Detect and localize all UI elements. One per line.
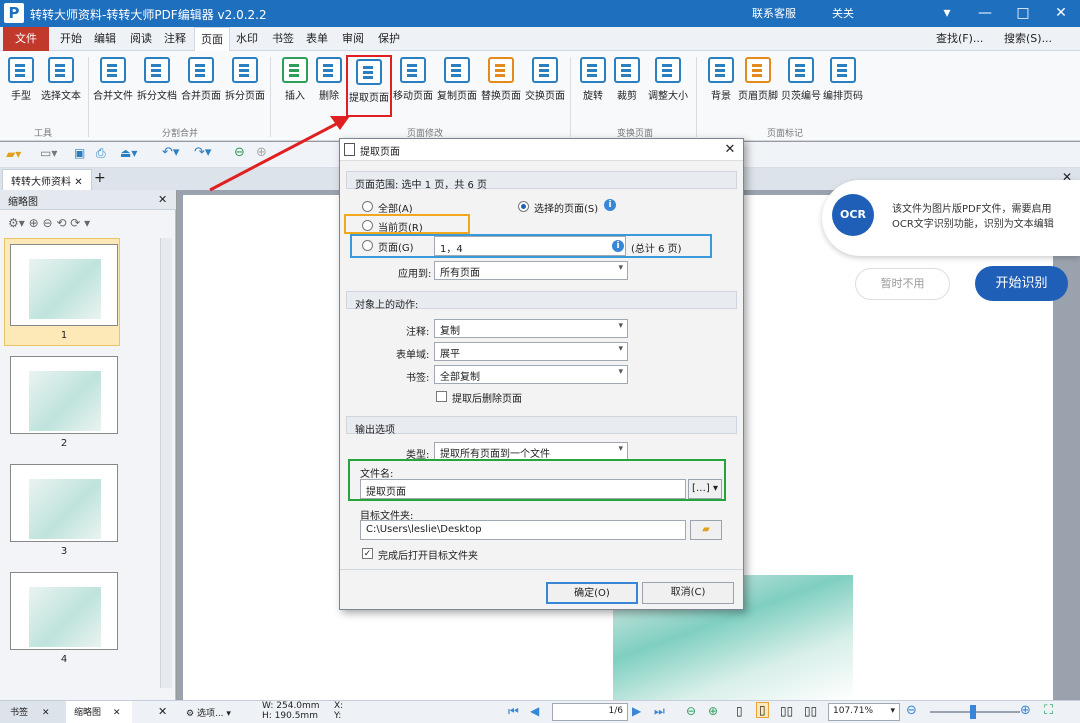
page-size-readout: W: 254.0mm H: 190.5mm [262, 701, 320, 721]
status-bar: 书签 ✕ 缩略图 ✕ ✕ ⚙ 选项... ▾ W: 254.0mm H: 190.5m… [0, 700, 1080, 723]
close-sidebar-icon[interactable]: ✕ [158, 705, 167, 718]
filename-input[interactable]: 提取页面 [360, 479, 686, 499]
chevron-down-icon: ▾ [618, 444, 623, 454]
radio-page-range-label: 页面(G) [378, 243, 414, 254]
close-tab-icon[interactable]: ✕ [42, 708, 50, 718]
range-header: 页面范围: 选中 1 页，共 6 页 [346, 171, 737, 191]
bookmark-select[interactable]: 全部复制 ▾ [434, 365, 628, 384]
ok-button[interactable]: 确定(O) [546, 582, 638, 604]
chevron-down-icon: ▾ [618, 344, 623, 354]
filename-macro-button[interactable]: […] ▾ [688, 479, 722, 499]
chevron-down-icon: ▾ [890, 706, 895, 716]
next-page-icon[interactable]: ▶ [632, 704, 641, 718]
form-select[interactable]: 展平 ▾ [434, 342, 628, 361]
bookmark-label: 书签: [406, 373, 430, 384]
actions-header: 对象上的动作: [346, 291, 737, 311]
single-page-icon[interactable]: ▯ [736, 704, 743, 718]
extract-pages-dialog: 提取页面 ✕ 页面范围: 选中 1 页，共 6 页 全部(A) 选择的页面(S)… [339, 138, 744, 610]
total-pages-label: (总计 6 页) [631, 244, 682, 255]
fit-page-icon[interactable]: ⛶ [1044, 703, 1053, 718]
delete-after-label: 提取后删除页面 [452, 394, 522, 405]
cursor-coordinates: X: Y: [334, 701, 344, 721]
cancel-button[interactable]: 取消(C) [642, 582, 734, 604]
chevron-down-icon: ▾ [618, 367, 623, 377]
gear-icon: ⚙ [186, 709, 195, 719]
output-header: 输出选项 [346, 416, 737, 436]
radio-selected-pages[interactable] [518, 201, 529, 212]
previous-page-icon[interactable]: ◀ [530, 704, 539, 718]
footer-divider [340, 569, 743, 570]
last-page-icon[interactable]: ⏭ [654, 704, 665, 719]
open-folder-checkbox[interactable]: ✓ [362, 548, 373, 559]
radio-current-page[interactable] [362, 220, 373, 231]
forward-view-icon[interactable]: ⊕ [708, 704, 718, 718]
radio-all-label: 全部(A) [378, 204, 413, 215]
bookmark-tab[interactable]: 书签 ✕ [0, 701, 66, 723]
annot-label: 注释: [406, 327, 430, 338]
two-page-continuous-icon[interactable]: ▯▯ [804, 704, 817, 718]
page-input[interactable]: 1/6 [552, 703, 628, 721]
dialog-title: 提取页面 [340, 139, 743, 161]
dialog-close-button[interactable]: ✕ [721, 141, 739, 159]
dialog-icon [344, 143, 355, 156]
continuous-page-icon[interactable]: ▯ [756, 702, 769, 718]
chevron-down-icon: ▾ [618, 263, 623, 273]
radio-page-range[interactable] [362, 240, 373, 251]
folder-input[interactable]: C:\Users\leslie\Desktop [360, 520, 686, 540]
page-range-input[interactable]: 1，4 [434, 236, 626, 256]
apply-to-select[interactable]: 所有页面 ▾ [434, 261, 628, 280]
zoom-in-icon[interactable]: ⊕ [1020, 703, 1031, 718]
apply-to-label: 应用到: [398, 269, 432, 280]
radio-all[interactable] [362, 201, 373, 212]
back-view-icon[interactable]: ⊖ [686, 704, 696, 718]
zoom-out-icon[interactable]: ⊖ [906, 703, 917, 718]
thumbnail-tab[interactable]: 缩略图 ✕ [66, 701, 132, 723]
chevron-down-icon: ▾ [618, 321, 623, 331]
two-page-icon[interactable]: ▯▯ [780, 704, 793, 718]
delete-after-checkbox[interactable] [436, 391, 447, 402]
info-icon: i [612, 240, 624, 252]
radio-selected-label: 选择的页面(S) [534, 204, 599, 215]
first-page-icon[interactable]: ⏮ [508, 704, 519, 719]
zoom-slider-handle[interactable] [970, 705, 976, 719]
browse-folder-icon[interactable]: ▰ [690, 520, 722, 540]
filename-label: 文件名: [360, 469, 394, 480]
annot-select[interactable]: 复制 ▾ [434, 319, 628, 338]
open-folder-label: 完成后打开目标文件夹 [378, 551, 478, 562]
zoom-select[interactable]: 107.71% ▾ [828, 703, 900, 721]
close-tab-icon[interactable]: ✕ [113, 708, 121, 718]
options-button[interactable]: ⚙ 选项... ▾ [186, 706, 231, 719]
info-icon: i [604, 199, 616, 211]
radio-current-label: 当前页(R) [378, 223, 423, 234]
form-label: 表单域: [396, 350, 430, 361]
